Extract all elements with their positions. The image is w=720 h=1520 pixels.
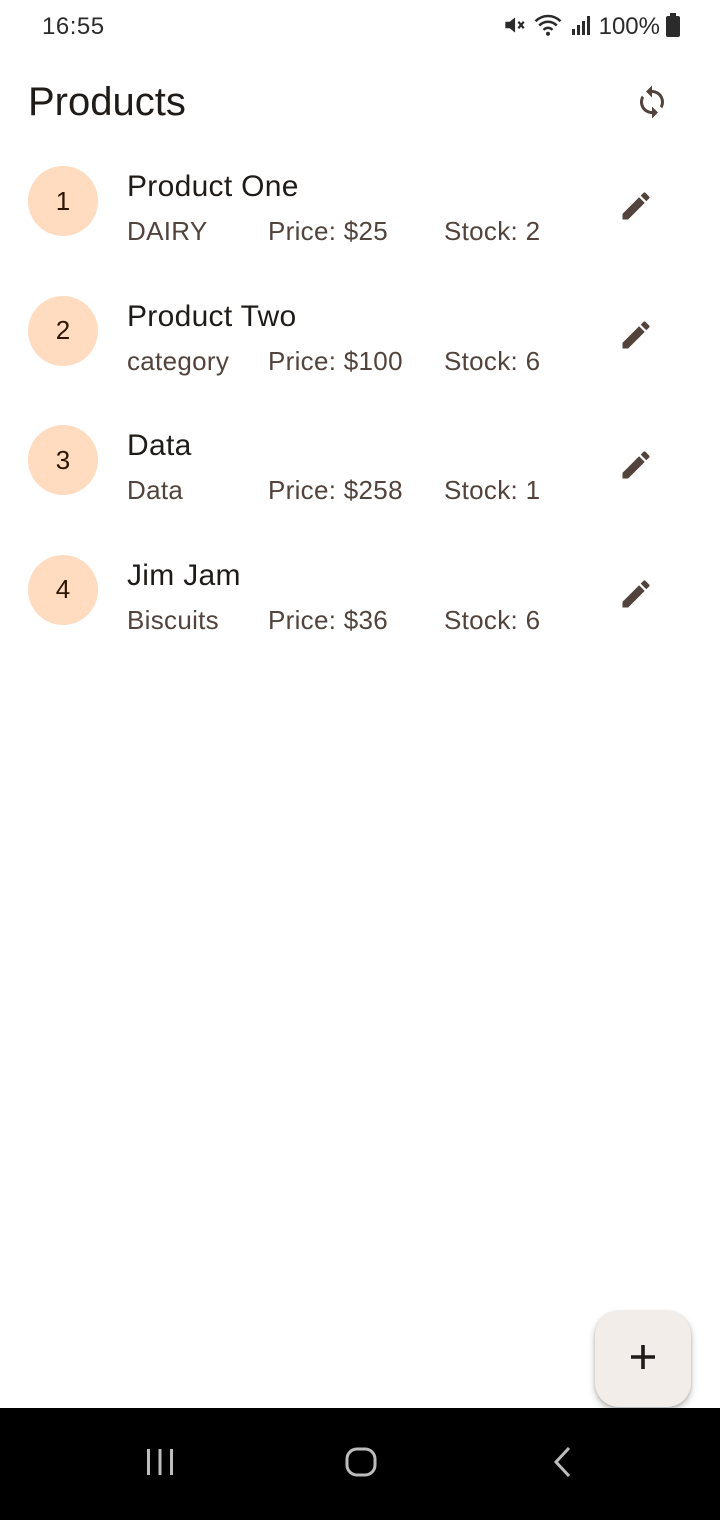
pencil-icon — [618, 188, 654, 229]
system-nav-bar — [0, 1408, 720, 1520]
product-name: Jim Jam — [127, 558, 241, 592]
recent-apps-icon — [144, 1446, 176, 1483]
product-price: Price: $100 — [268, 345, 403, 376]
pencil-icon — [618, 576, 654, 617]
product-name: Data — [127, 429, 192, 462]
refresh-button[interactable] — [628, 80, 676, 128]
back-icon — [549, 1445, 577, 1484]
battery-level: 100% — [598, 13, 660, 40]
recent-apps-button[interactable] — [130, 1436, 190, 1492]
avatar: 2 — [28, 295, 98, 366]
page-title: Products — [28, 80, 186, 124]
list-item[interactable]: 4 Jim Jam Biscuits Price: $36 Stock: 6 — [0, 549, 720, 679]
product-price: Price: $258 — [268, 475, 403, 505]
edit-button[interactable] — [612, 314, 660, 362]
list-item[interactable]: 2 Product Two category Price: $100 Stock… — [0, 290, 720, 420]
status-time: 16:55 — [42, 13, 105, 40]
add-product-button[interactable] — [595, 1311, 691, 1407]
battery-icon — [666, 12, 680, 42]
product-stock: Stock: 6 — [444, 604, 541, 635]
home-icon — [344, 1445, 378, 1484]
edit-button[interactable] — [612, 184, 660, 232]
avatar: 1 — [28, 166, 98, 236]
list-item[interactable]: 3 Data Data Price: $258 Stock: 1 — [0, 419, 720, 549]
product-category: Data — [127, 475, 184, 505]
product-category: category — [127, 345, 230, 376]
list-item[interactable]: 1 Product One DAIRY Price: $25 Stock: 2 — [0, 160, 720, 290]
product-stock: Stock: 2 — [444, 216, 541, 246]
back-button[interactable] — [533, 1436, 593, 1492]
app-bar: Products — [0, 60, 720, 148]
avatar: 4 — [28, 554, 98, 625]
pencil-icon — [618, 317, 654, 358]
product-list: 1 Product One DAIRY Price: $25 Stock: 2 … — [0, 160, 720, 678]
product-price: Price: $25 — [268, 216, 389, 246]
product-price: Price: $36 — [268, 604, 389, 635]
home-button[interactable] — [331, 1436, 391, 1492]
product-stock: Stock: 6 — [444, 345, 541, 376]
mute-icon — [501, 12, 527, 43]
wifi-icon — [533, 12, 563, 43]
product-category: DAIRY — [127, 216, 208, 246]
product-name: Product One — [127, 170, 299, 203]
edit-button[interactable] — [612, 573, 660, 621]
status-icons: 100% — [501, 12, 680, 42]
status-bar: 16:55 100% — [0, 0, 720, 56]
product-stock: Stock: 1 — [444, 475, 541, 505]
pencil-icon — [618, 447, 654, 488]
refresh-icon — [634, 84, 670, 125]
edit-button[interactable] — [612, 443, 660, 491]
product-name: Product Two — [127, 299, 297, 333]
add-icon — [625, 1339, 661, 1380]
product-category: Biscuits — [127, 604, 219, 635]
signal-icon — [569, 13, 593, 42]
avatar: 3 — [28, 425, 98, 495]
